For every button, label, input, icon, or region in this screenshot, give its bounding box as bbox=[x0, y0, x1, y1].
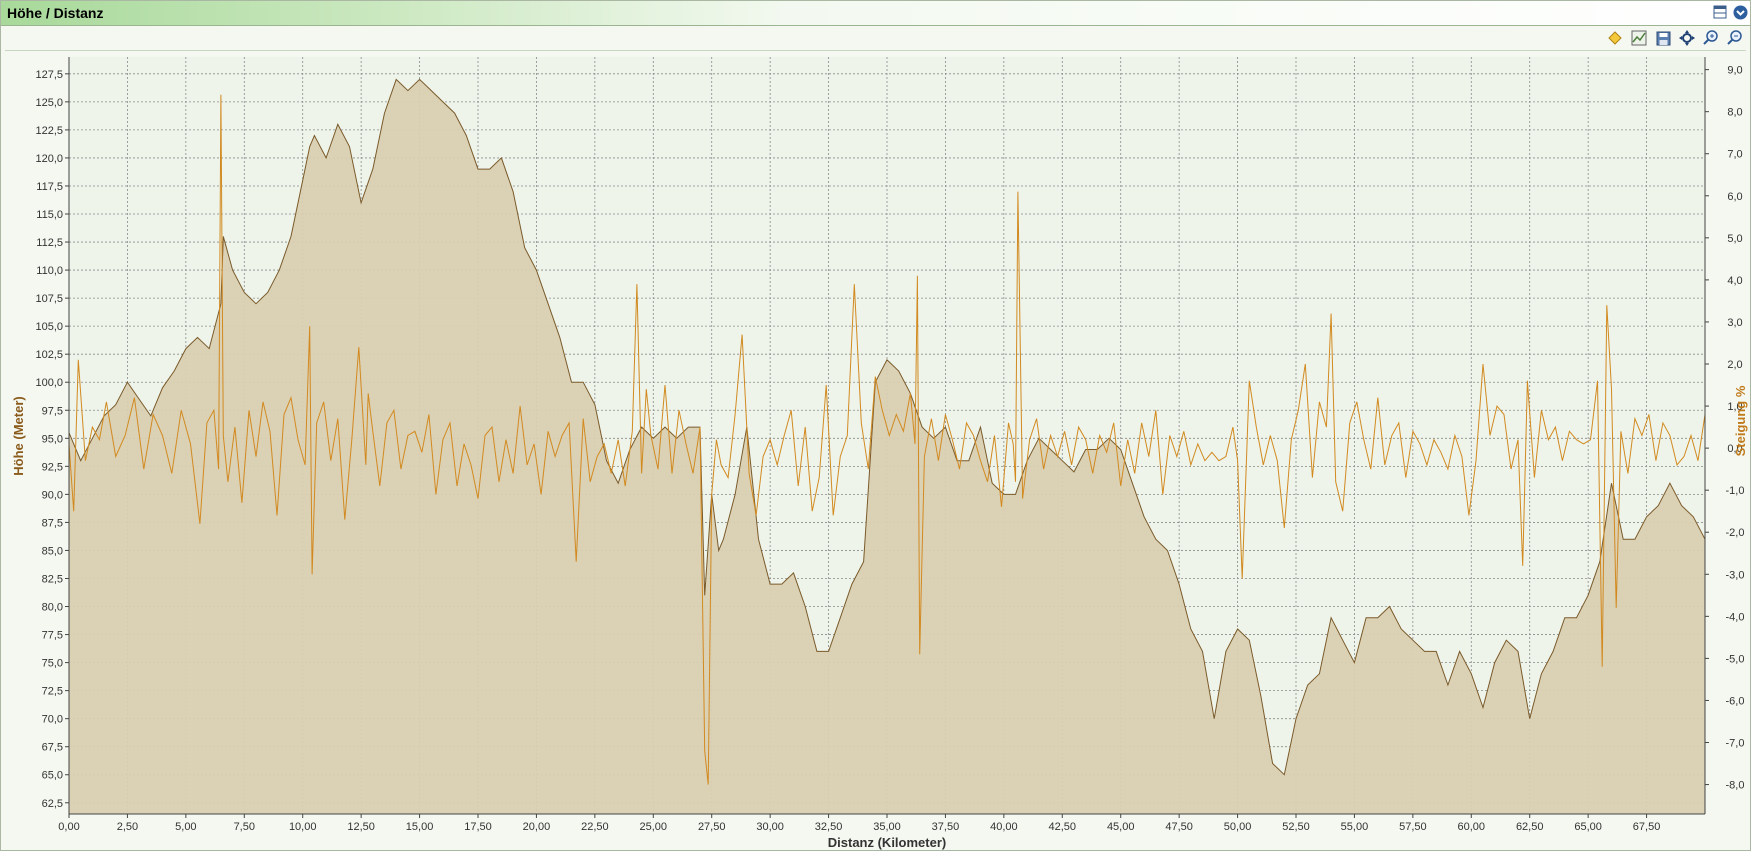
y-tick-label: 122,5 bbox=[35, 125, 63, 137]
x-tick-label: 50,00 bbox=[1224, 821, 1252, 833]
y2-tick-label: -4,0 bbox=[1726, 611, 1745, 623]
x-tick-label: 7,50 bbox=[234, 821, 255, 833]
y-tick-label: 72,5 bbox=[42, 686, 63, 698]
y2-tick-label: 2,0 bbox=[1727, 359, 1742, 371]
y2-tick-label: -6,0 bbox=[1726, 695, 1745, 707]
y-tick-label: 67,5 bbox=[42, 742, 63, 754]
y-tick-label: 112,5 bbox=[36, 237, 63, 249]
y-tick-label: 110,0 bbox=[36, 265, 63, 277]
x-tick-label: 10,00 bbox=[289, 821, 317, 833]
x-tick-label: 2,50 bbox=[117, 821, 138, 833]
y-tick-label: 95,0 bbox=[42, 433, 63, 445]
x-tick-label: 22,50 bbox=[581, 821, 609, 833]
x-tick-label: 45,00 bbox=[1107, 821, 1135, 833]
y2-tick-label: 6,0 bbox=[1727, 191, 1742, 203]
y2-axis-title: Steigung % bbox=[1733, 385, 1748, 456]
y-tick-label: 125,0 bbox=[35, 97, 63, 109]
chart-window: Höhe / Distanz 0,00 2,50 5,00 7,50 10,00… bbox=[0, 0, 1751, 851]
x-axis-title: Distanz (Kilometer) bbox=[828, 835, 946, 850]
x-tick-label: 35,00 bbox=[873, 821, 901, 833]
y-tick-label: 70,0 bbox=[42, 714, 63, 726]
x-tick-label: 25,00 bbox=[640, 821, 668, 833]
y2-tick-label: 7,0 bbox=[1727, 149, 1742, 161]
x-tick-label: 55,00 bbox=[1341, 821, 1369, 833]
y-tick-label: 77,5 bbox=[42, 630, 63, 642]
y-tick-label: 82,5 bbox=[42, 573, 63, 585]
x-tick-labels: 0,00 2,50 5,00 7,50 10,00 12,50 15,00 17,50 20,0… bbox=[58, 814, 1660, 833]
y2-tick-label: 8,0 bbox=[1727, 107, 1742, 119]
x-tick-label: 60,00 bbox=[1458, 821, 1486, 833]
y-tick-label: 92,5 bbox=[42, 461, 63, 473]
x-tick-label: 47,50 bbox=[1165, 821, 1193, 833]
x-tick-label: 32,50 bbox=[815, 821, 843, 833]
y-tick-label: 127,5 bbox=[35, 69, 63, 81]
y-tick-label: 80,0 bbox=[42, 602, 63, 614]
y2-tick-label: 9,0 bbox=[1727, 65, 1742, 77]
y-axis-title: Höhe (Meter) bbox=[11, 396, 26, 475]
x-tick-label: 15,00 bbox=[406, 821, 434, 833]
x-tick-label: 30,00 bbox=[756, 821, 784, 833]
y-tick-label: 62,5 bbox=[42, 798, 63, 810]
y-tick-label: 90,0 bbox=[42, 489, 63, 501]
y-tick-label: 117,5 bbox=[36, 181, 63, 193]
y2-tick-label: -2,0 bbox=[1726, 527, 1745, 539]
x-tick-label: 17,50 bbox=[464, 821, 492, 833]
y-tick-label: 120,0 bbox=[35, 153, 63, 165]
x-tick-label: 5,00 bbox=[175, 821, 196, 833]
y2-tick-label: -3,0 bbox=[1726, 569, 1745, 581]
x-tick-label: 57,50 bbox=[1399, 821, 1427, 833]
x-tick-label: 67,50 bbox=[1633, 821, 1661, 833]
y-tick-label: 100,0 bbox=[35, 377, 63, 389]
x-tick-label: 27,50 bbox=[698, 821, 726, 833]
y2-tick-label: -7,0 bbox=[1726, 738, 1745, 750]
y-tick-label: 87,5 bbox=[42, 517, 63, 529]
y2-tick-label: -1,0 bbox=[1726, 485, 1745, 497]
elevation-chart: 0,00 2,50 5,00 7,50 10,00 12,50 15,00 17,50 20,0… bbox=[11, 57, 1748, 850]
x-tick-label: 42,50 bbox=[1049, 821, 1077, 833]
y-tick-label: 102,5 bbox=[35, 349, 63, 361]
y-tick-label: 115,0 bbox=[36, 209, 63, 221]
y-tick-labels: 62,5 65,0 67,5 70,0 72,5 75,0 77,5 80,0 82,5 85,0… bbox=[35, 69, 69, 810]
y2-tick-label: -8,0 bbox=[1726, 780, 1745, 792]
x-tick-label: 52,50 bbox=[1282, 821, 1310, 833]
x-tick-label: 37,50 bbox=[932, 821, 960, 833]
x-tick-label: 20,00 bbox=[523, 821, 551, 833]
y-tick-label: 65,0 bbox=[42, 770, 63, 782]
x-tick-label: 40,00 bbox=[990, 821, 1018, 833]
x-tick-label: 65,00 bbox=[1574, 821, 1602, 833]
x-tick-label: 12,50 bbox=[347, 821, 375, 833]
x-tick-label: 62,50 bbox=[1516, 821, 1544, 833]
y-tick-label: 97,5 bbox=[42, 405, 63, 417]
y2-tick-label: -5,0 bbox=[1726, 653, 1745, 665]
y2-tick-label: 5,0 bbox=[1727, 233, 1742, 245]
y-tick-label: 85,0 bbox=[42, 545, 63, 557]
y-tick-label: 107,5 bbox=[35, 293, 63, 305]
y-tick-label: 75,0 bbox=[42, 658, 63, 670]
y2-tick-label: 3,0 bbox=[1727, 317, 1742, 329]
x-tick-label: 0,00 bbox=[58, 821, 79, 833]
y2-tick-label: 4,0 bbox=[1727, 275, 1742, 287]
y-tick-label: 105,0 bbox=[35, 321, 63, 333]
